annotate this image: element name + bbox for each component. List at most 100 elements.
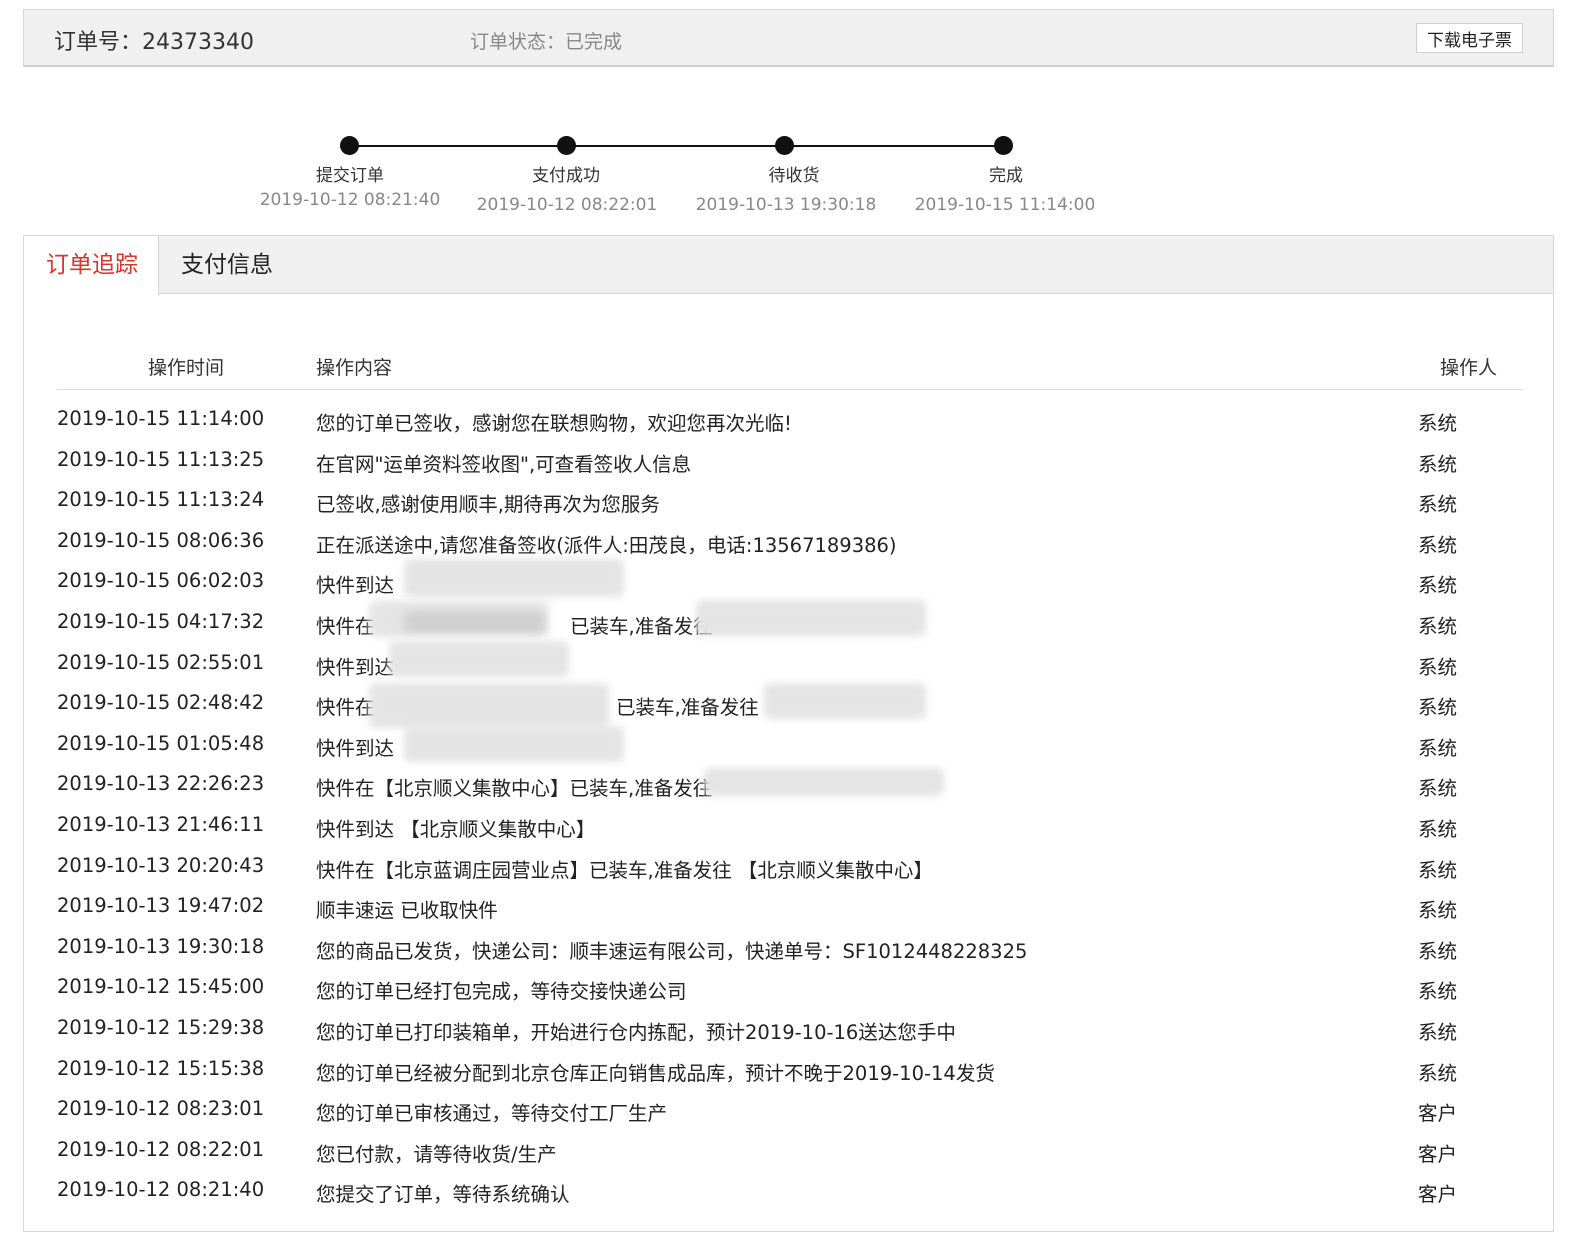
- tab-order-tracking[interactable]: 订单追踪: [24, 236, 159, 295]
- row-operator: 系统: [1418, 412, 1458, 435]
- row-operator: 客户: [1418, 1142, 1458, 1166]
- table-row: 2019-10-15 11:13:24 已签收,感谢使用顺丰,期待再次为您服务 系统: [24, 482, 1553, 523]
- row-operator: 系统: [1418, 533, 1458, 557]
- row-content: 正在派送途中,请您准备签收(派件人:田茂良，电话:13567189386): [316, 533, 897, 557]
- row-content: 您已付款，请等待收货/生产: [316, 1142, 557, 1166]
- row-content: 您的订单已经打包完成，等待交接快递公司: [316, 980, 687, 1004]
- row-operator: 客户: [1418, 1102, 1458, 1126]
- row-time: 2019-10-15 01:05:48: [57, 731, 265, 755]
- order-progress: 提交订单 2019-10-12 08:21:40 支付成功 2019-10-12…: [0, 0, 1583, 230]
- row-content: 快件到达: [316, 736, 395, 760]
- table-row: 2019-10-12 08:22:01 您已付款，请等待收货/生产 客户: [24, 1132, 1553, 1173]
- column-header-operator: 操作人: [1440, 357, 1498, 379]
- redaction-blur: [764, 683, 926, 719]
- step-label-to-receive: 待收货: [768, 166, 820, 186]
- row-content: 在官网"运单资料签收图",可查看签收人信息: [316, 452, 692, 476]
- column-header-time: 操作时间: [148, 357, 225, 379]
- table-row: 2019-10-15 11:13:25 在官网"运单资料签收图",可查看签收人信息…: [24, 442, 1553, 483]
- redaction-blur: [696, 600, 926, 636]
- step-label-paid: 支付成功: [532, 166, 600, 186]
- tab-bar: 订单追踪 支付信息: [24, 236, 1553, 295]
- table-row: 2019-10-15 01:05:48 快件到达 系统: [24, 726, 1553, 767]
- table-row: 2019-10-15 02:55:01 快件到达 系统: [24, 645, 1553, 686]
- table-row: 2019-10-12 15:45:00 您的订单已经打包完成，等待交接快递公司 系统: [24, 969, 1553, 1010]
- row-time: 2019-10-13 22:26:23: [57, 772, 265, 796]
- row-operator: 客户: [1418, 1183, 1458, 1207]
- row-operator: 系统: [1418, 817, 1458, 841]
- row-operator: 系统: [1418, 858, 1458, 882]
- redaction-blur: [404, 612, 544, 632]
- row-operator: 系统: [1418, 574, 1458, 598]
- table-row: 2019-10-13 19:47:02 顺丰速运 已收取快件 系统: [24, 888, 1553, 929]
- row-time: 2019-10-12 15:15:38: [57, 1056, 265, 1080]
- step-time-complete: 2019-10-15 11:14:00: [914, 195, 1096, 215]
- step-dot-paid: [557, 136, 576, 155]
- row-time: 2019-10-12 15:29:38: [57, 1015, 265, 1039]
- tracking-panel: 订单追踪 支付信息 操作时间 操作内容 操作人 2019-10-15 11:14…: [23, 235, 1554, 1232]
- row-operator: 系统: [1418, 1061, 1458, 1085]
- step-time-to-receive: 2019-10-13 19:30:18: [695, 195, 877, 215]
- progress-line: [349, 145, 1003, 147]
- step-label-complete: 完成: [989, 166, 1023, 186]
- row-content: 已签收,感谢使用顺丰,期待再次为您服务: [316, 493, 660, 517]
- row-content: 快件在: [316, 614, 375, 638]
- row-content: 快件到达 【北京顺义集散中心】: [316, 817, 596, 841]
- table-row: 2019-10-12 08:21:40 您提交了订单，等待系统确认 客户: [24, 1172, 1553, 1213]
- row-operator: 系统: [1418, 980, 1458, 1004]
- step-dot-to-receive: [775, 136, 794, 155]
- row-time: 2019-10-15 11:14:00: [57, 407, 265, 430]
- row-operator: 系统: [1418, 655, 1458, 679]
- tracking-table-body: 2019-10-15 11:14:00 您的订单已签收，感谢您在联想购物，欢迎您再…: [24, 401, 1553, 1213]
- table-row: 2019-10-13 21:46:11 快件到达 【北京顺义集散中心】 系统: [24, 807, 1553, 848]
- row-content: 您的订单已经被分配到北京仓库正向销售成品库，预计不晚于2019-10-14发货: [316, 1061, 995, 1085]
- row-time: 2019-10-13 20:20:43: [57, 853, 265, 877]
- row-time: 2019-10-15 08:06:36: [57, 528, 265, 552]
- table-row: 2019-10-13 20:20:43 快件在【北京蓝调庄园营业点】已装车,准备发…: [24, 848, 1553, 889]
- table-row: 2019-10-15 11:14:00 您的订单已签收，感谢您在联想购物，欢迎您再…: [24, 401, 1553, 442]
- table-row: 2019-10-12 15:15:38 您的订单已经被分配到北京仓库正向销售成品库…: [24, 1051, 1553, 1092]
- row-content-extra: 已装车,准备发往: [616, 696, 759, 720]
- tab-payment-info[interactable]: 支付信息: [159, 236, 295, 294]
- row-time: 2019-10-13 21:46:11: [57, 812, 265, 836]
- step-time-paid: 2019-10-12 08:22:01: [476, 195, 658, 215]
- table-row: 2019-10-12 15:29:38 您的订单已打印装箱单，开始进行仓内拣配，预…: [24, 1010, 1553, 1051]
- row-time: 2019-10-12 08:22:01: [57, 1137, 265, 1161]
- table-row: 2019-10-13 19:30:18 您的商品已发货，快递公司：顺丰速运有限公司…: [24, 929, 1553, 970]
- row-operator: 系统: [1418, 899, 1458, 923]
- row-operator: 系统: [1418, 777, 1458, 801]
- row-content: 您的订单已审核通过，等待交付工厂生产: [316, 1102, 668, 1126]
- row-time: 2019-10-15 02:55:01: [57, 650, 265, 674]
- row-content: 您的订单已打印装箱单，开始进行仓内拣配，预计2019-10-16送达您手中: [316, 1020, 956, 1044]
- row-content: 顺丰速运 已收取快件: [316, 899, 498, 923]
- redaction-blur: [389, 641, 569, 677]
- row-time: 2019-10-12 15:45:00: [57, 975, 265, 999]
- row-content: 快件到达: [316, 574, 395, 598]
- step-time-submit: 2019-10-12 08:21:40: [259, 190, 441, 210]
- redaction-blur: [369, 683, 609, 728]
- row-time: 2019-10-13 19:30:18: [57, 934, 265, 958]
- column-header-content: 操作内容: [316, 357, 393, 379]
- step-dot-complete: [994, 136, 1013, 155]
- row-operator: 系统: [1418, 939, 1458, 963]
- row-content: 快件在: [316, 696, 375, 720]
- row-operator: 系统: [1418, 452, 1458, 476]
- table-row: 2019-10-15 06:02:03 快件到达 系统: [24, 563, 1553, 604]
- row-time: 2019-10-15 11:13:25: [57, 447, 265, 471]
- row-time: 2019-10-12 08:21:40: [57, 1178, 265, 1202]
- row-content: 快件在【北京顺义集散中心】已装车,准备发往: [316, 777, 713, 801]
- table-row: 2019-10-15 08:06:36 正在派送途中,请您准备签收(派件人:田茂良…: [24, 523, 1553, 564]
- row-operator: 系统: [1418, 736, 1458, 760]
- row-content: 快件在【北京蓝调庄园营业点】已装车,准备发往 【北京顺义集散中心】: [316, 858, 933, 882]
- row-operator: 系统: [1418, 1020, 1458, 1044]
- row-operator: 系统: [1418, 493, 1458, 517]
- header-divider: [57, 389, 1523, 390]
- row-time: 2019-10-13 19:47:02: [57, 894, 265, 918]
- step-label-submit: 提交订单: [316, 166, 384, 186]
- row-time: 2019-10-15 04:17:32: [57, 609, 265, 633]
- row-content: 您的订单已签收，感谢您在联想购物，欢迎您再次光临!: [316, 412, 792, 435]
- row-time: 2019-10-15 06:02:03: [57, 569, 265, 593]
- row-content: 快件到达: [316, 655, 395, 679]
- row-time: 2019-10-15 02:48:42: [57, 691, 265, 715]
- redaction-blur: [704, 768, 944, 796]
- row-time: 2019-10-15 11:13:24: [57, 488, 265, 512]
